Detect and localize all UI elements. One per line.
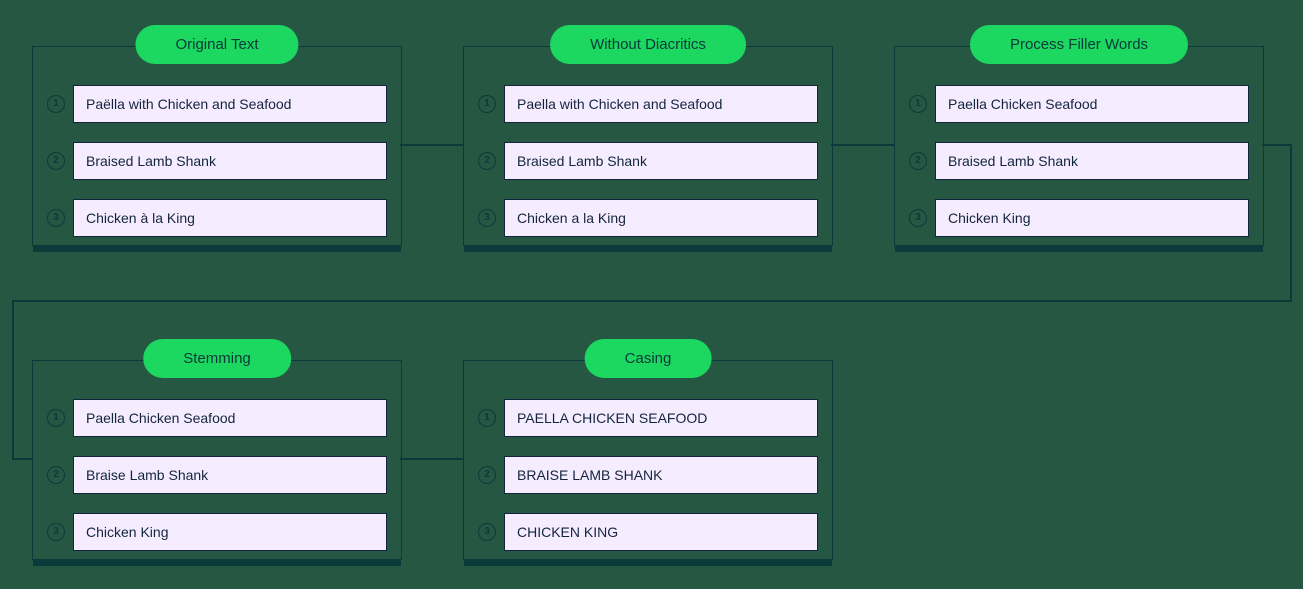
list-item: 1 Paella Chicken Seafood bbox=[47, 399, 387, 437]
list-item-text: Paella Chicken Seafood bbox=[935, 85, 1249, 123]
stage-title: Original Text bbox=[135, 25, 298, 64]
list-item: 2 Braised Lamb Shank bbox=[478, 142, 818, 180]
list-item: 1 PAELLA CHICKEN SEAFOOD bbox=[478, 399, 818, 437]
stage-title: Without Diacritics bbox=[550, 25, 746, 64]
row-number-icon: 1 bbox=[47, 409, 65, 427]
list-item-text: CHICKEN KING bbox=[504, 513, 818, 551]
stage-shadow bbox=[33, 245, 401, 252]
list-item-text: Braised Lamb Shank bbox=[73, 142, 387, 180]
diagram-canvas: Original Text 1 Paëlla with Chicken and … bbox=[0, 0, 1303, 589]
list-item-text: Braised Lamb Shank bbox=[504, 142, 818, 180]
list-item: 2 Braised Lamb Shank bbox=[47, 142, 387, 180]
stage-shadow bbox=[464, 559, 832, 566]
row-number-icon: 3 bbox=[478, 523, 496, 541]
list-item-text: Braise Lamb Shank bbox=[73, 456, 387, 494]
stage-shadow bbox=[464, 245, 832, 252]
row-number-icon: 1 bbox=[478, 409, 496, 427]
stage-title: Process Filler Words bbox=[970, 25, 1188, 64]
list-item-text: BRAISE LAMB SHANK bbox=[504, 456, 818, 494]
row-number-icon: 1 bbox=[909, 95, 927, 113]
row-number-icon: 3 bbox=[909, 209, 927, 227]
list-item: 1 Paella Chicken Seafood bbox=[909, 85, 1249, 123]
connector-line bbox=[12, 300, 14, 458]
connector-line bbox=[831, 144, 894, 146]
list-item: 1 Paëlla with Chicken and Seafood bbox=[47, 85, 387, 123]
connector-line bbox=[12, 300, 1292, 302]
row-number-icon: 1 bbox=[478, 95, 496, 113]
stage-rows: 1 Paella Chicken Seafood 2 Braised Lamb … bbox=[909, 85, 1249, 237]
list-item: 3 Chicken a la King bbox=[478, 199, 818, 237]
stage-rows: 1 Paella Chicken Seafood 2 Braise Lamb S… bbox=[47, 399, 387, 551]
connector-line bbox=[1262, 144, 1292, 146]
list-item: 3 Chicken à la King bbox=[47, 199, 387, 237]
list-item-text: Chicken à la King bbox=[73, 199, 387, 237]
list-item: 2 Braised Lamb Shank bbox=[909, 142, 1249, 180]
connector-line bbox=[12, 458, 32, 460]
stage-rows: 1 Paëlla with Chicken and Seafood 2 Brai… bbox=[47, 85, 387, 237]
list-item-text: Chicken King bbox=[935, 199, 1249, 237]
stage-stemming: Stemming 1 Paella Chicken Seafood 2 Brai… bbox=[32, 360, 402, 560]
connector-line bbox=[400, 458, 463, 460]
stage-shadow bbox=[895, 245, 1263, 252]
stage-original-text: Original Text 1 Paëlla with Chicken and … bbox=[32, 46, 402, 246]
stage-title: Casing bbox=[585, 339, 712, 378]
row-number-icon: 3 bbox=[478, 209, 496, 227]
connector-line bbox=[400, 144, 463, 146]
list-item: 2 Braise Lamb Shank bbox=[47, 456, 387, 494]
connector-line bbox=[1290, 144, 1292, 302]
list-item-text: Chicken King bbox=[73, 513, 387, 551]
stage-shadow bbox=[33, 559, 401, 566]
stage-casing: Casing 1 PAELLA CHICKEN SEAFOOD 2 BRAISE… bbox=[463, 360, 833, 560]
list-item-text: PAELLA CHICKEN SEAFOOD bbox=[504, 399, 818, 437]
list-item: 3 Chicken King bbox=[909, 199, 1249, 237]
list-item-text: Braised Lamb Shank bbox=[935, 142, 1249, 180]
list-item: 3 Chicken King bbox=[47, 513, 387, 551]
list-item: 2 BRAISE LAMB SHANK bbox=[478, 456, 818, 494]
row-number-icon: 3 bbox=[47, 523, 65, 541]
row-number-icon: 3 bbox=[47, 209, 65, 227]
row-number-icon: 2 bbox=[909, 152, 927, 170]
list-item-text: Paella with Chicken and Seafood bbox=[504, 85, 818, 123]
list-item-text: Paella Chicken Seafood bbox=[73, 399, 387, 437]
list-item: 1 Paella with Chicken and Seafood bbox=[478, 85, 818, 123]
stage-process-filler-words: Process Filler Words 1 Paella Chicken Se… bbox=[894, 46, 1264, 246]
row-number-icon: 1 bbox=[47, 95, 65, 113]
row-number-icon: 2 bbox=[478, 152, 496, 170]
stage-rows: 1 Paella with Chicken and Seafood 2 Brai… bbox=[478, 85, 818, 237]
stage-without-diacritics: Without Diacritics 1 Paella with Chicken… bbox=[463, 46, 833, 246]
row-number-icon: 2 bbox=[47, 152, 65, 170]
row-number-icon: 2 bbox=[478, 466, 496, 484]
list-item-text: Paëlla with Chicken and Seafood bbox=[73, 85, 387, 123]
stage-rows: 1 PAELLA CHICKEN SEAFOOD 2 BRAISE LAMB S… bbox=[478, 399, 818, 551]
row-number-icon: 2 bbox=[47, 466, 65, 484]
stage-title: Stemming bbox=[143, 339, 291, 378]
list-item: 3 CHICKEN KING bbox=[478, 513, 818, 551]
list-item-text: Chicken a la King bbox=[504, 199, 818, 237]
